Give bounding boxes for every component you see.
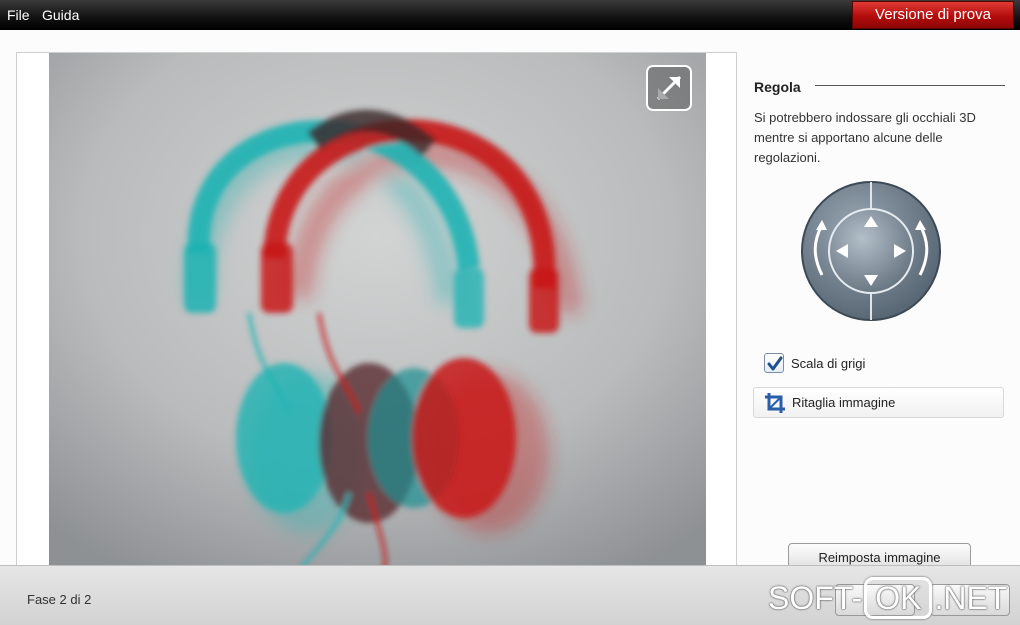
watermark-part-2: OK [864, 577, 933, 619]
anaglyph-preview-image[interactable] [49, 53, 706, 573]
adjust-description: Si potrebbero indossare gli occhiali 3D … [754, 110, 976, 165]
grayscale-label: Scala di grigi [791, 355, 866, 371]
crop-image-label: Ritaglia immagine [792, 395, 896, 410]
watermark-part-1: SOFT- [768, 579, 863, 616]
trial-version-badge[interactable]: Versione di prova [852, 1, 1014, 29]
menu-file[interactable]: File [7, 7, 30, 23]
main-area: Regola Si potrebbero indossare gli occhi… [0, 30, 1020, 574]
checkmark-icon [767, 356, 783, 371]
crop-image-button[interactable]: Ritaglia immagine [753, 387, 1004, 418]
watermark-part-3: .NET [934, 579, 1008, 616]
footer-bar: Fase 2 di 2 SOFT- OK .NET [0, 565, 1020, 625]
section-divider [815, 85, 1005, 86]
grayscale-checkbox-row[interactable]: Scala di grigi [764, 351, 865, 375]
preview-frame [16, 52, 737, 574]
crop-icon [765, 392, 785, 413]
step-indicator: Fase 2 di 2 [27, 592, 92, 607]
menu-bar: File Guida Versione di prova [0, 0, 1020, 30]
headphones-anaglyph-picture [49, 53, 706, 573]
expand-arrows-icon [656, 75, 682, 101]
adjust-section-title: Regola [754, 79, 801, 95]
fullscreen-button[interactable] [646, 65, 692, 111]
grayscale-checkbox[interactable] [764, 353, 784, 373]
adjust-dial[interactable] [800, 180, 942, 322]
soft-ok-watermark: SOFT- OK .NET [768, 577, 1008, 619]
menu-help[interactable]: Guida [42, 7, 79, 23]
